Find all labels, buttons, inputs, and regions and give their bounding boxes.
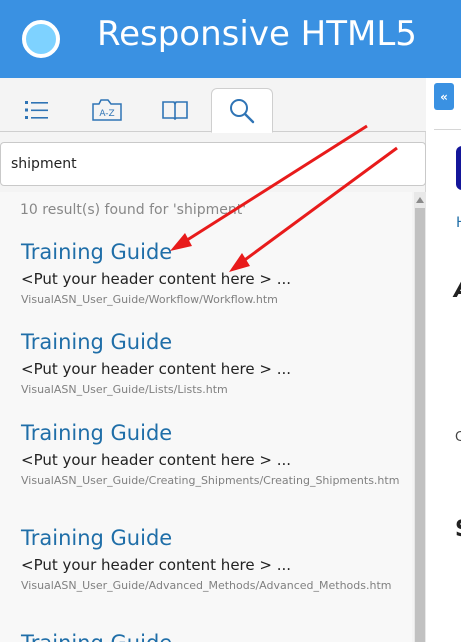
result-snippet: <Put your header content here > ... [21,556,292,574]
result-title-link[interactable]: Training Guide [21,629,401,642]
content-heading-fragment: A [454,278,461,303]
scroll-thumb[interactable] [415,208,425,642]
list-item: Training Guide <Put your header content … [21,524,401,593]
results-summary: 10 result(s) found for 'shipment' [20,202,247,218]
result-title-link[interactable]: Training Guide [21,328,401,356]
search-results-list: 10 result(s) found for 'shipment' Traini… [0,192,412,642]
content-link-fragment[interactable]: H [456,215,461,231]
list-icon [25,101,48,119]
result-title-link[interactable]: Training Guide [21,524,401,552]
book-icon [162,101,188,121]
search-icon [230,98,255,123]
navigation-panel: A-Z 10 result(s) found for 'shipment' Tr… [0,78,426,642]
result-path: VisualASN_User_Guide/Advanced_Methods/Ad… [21,579,392,592]
content-divider [434,129,461,130]
tab-glossary[interactable] [144,88,206,132]
collapse-sidebar-button[interactable]: « [434,83,454,110]
content-text-fragment: C [455,430,461,445]
results-scrollbar[interactable] [414,192,426,642]
app-header: Responsive HTML5 [0,0,461,78]
list-item: Training Guide <Put your header content … [21,419,401,488]
app-title: Responsive HTML5 [97,14,417,54]
circle-logo-icon [22,20,60,58]
list-item: Training Guide [21,629,401,642]
svg-text:A-Z: A-Z [99,109,114,119]
content-logo-block [456,146,461,190]
result-title-link[interactable]: Training Guide [21,238,401,266]
result-title-link[interactable]: Training Guide [21,419,401,447]
az-index-icon: A-Z [92,99,122,121]
search-input[interactable] [0,142,426,186]
tab-index[interactable]: A-Z [76,88,138,132]
scroll-up-arrow-icon[interactable] [414,194,426,206]
result-path: VisualASN_User_Guide/Creating_Shipments/… [21,474,400,487]
result-snippet: <Put your header content here > ... [21,360,292,378]
result-path: VisualASN_User_Guide/Lists/Lists.htm [21,383,228,396]
tab-toc[interactable] [6,88,68,132]
content-subheading-fragment: S [455,517,461,542]
tab-search[interactable] [211,88,273,133]
result-snippet: <Put your header content here > ... [21,270,292,288]
tab-bar: A-Z [0,78,426,133]
result-path: VisualASN_User_Guide/Workflow/Workflow.h… [21,293,278,306]
list-item: Training Guide <Put your header content … [21,238,401,307]
result-snippet: <Put your header content here > ... [21,451,292,469]
list-item: Training Guide <Put your header content … [21,328,401,397]
